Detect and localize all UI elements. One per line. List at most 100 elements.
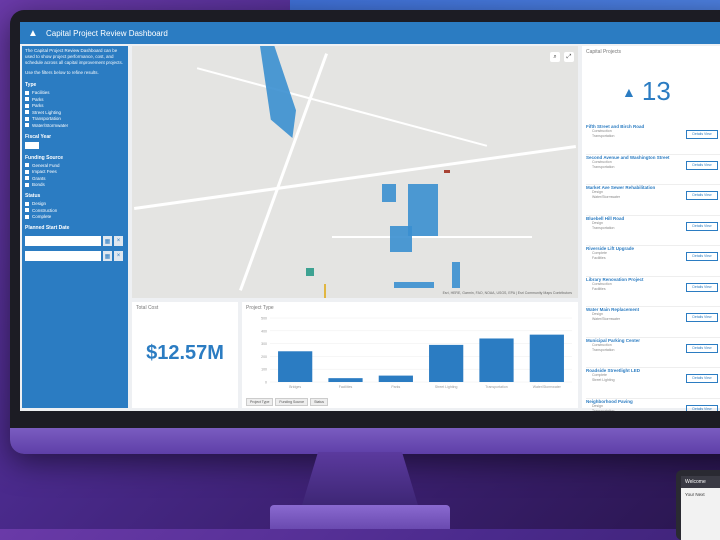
secondary-text: Your Next [685, 492, 705, 497]
y-tick-label: 300 [261, 342, 267, 346]
checkbox-box[interactable] [25, 176, 29, 180]
details-button[interactable]: Details View [686, 374, 718, 383]
project-parcel[interactable] [382, 184, 396, 202]
checkbox-box[interactable] [25, 123, 29, 127]
funding-checkbox[interactable]: Impact Fees [25, 169, 125, 174]
checkbox-box[interactable] [25, 201, 29, 206]
checkbox-box[interactable] [25, 169, 29, 174]
details-button[interactable]: Details View [686, 221, 718, 231]
project-list-item[interactable]: Market Ave Sewer Rehabilitation Design Wat… [586, 185, 720, 216]
type-label: Parks [32, 96, 44, 102]
total-cost-value: $12.57M [146, 342, 224, 364]
checkbox-box[interactable] [25, 163, 29, 167]
funding-checkbox[interactable]: Bonds [25, 182, 125, 187]
calendar-icon[interactable]: ▦ [103, 236, 112, 246]
chart-bar[interactable] [278, 351, 313, 382]
details-button[interactable]: Details View [686, 313, 718, 322]
sidebar-intro: The Capital Project Review Dashboard can… [25, 48, 124, 65]
project-count: ▲ 13 [622, 76, 671, 107]
project-list-item[interactable]: Fifth Street and Birch Road Construction T… [586, 124, 720, 155]
checkbox-box[interactable] [25, 103, 29, 108]
checkbox-box[interactable] [25, 110, 29, 114]
project-parcel[interactable] [394, 282, 434, 288]
total-cost-label: Total Cost [136, 305, 159, 311]
chart-tab[interactable]: Funding Source [275, 398, 309, 406]
details-button[interactable]: Details View [686, 343, 718, 353]
fiscal-year-input[interactable] [25, 141, 39, 149]
dashboard-screen: ▲ Capital Project Review Dashboard The C… [20, 22, 720, 411]
type-heading: Type [25, 82, 37, 88]
status-checkbox[interactable]: Complete [25, 214, 125, 219]
details-button[interactable]: Details View [686, 252, 718, 261]
secondary-device: Welcome Your Next [676, 470, 720, 540]
type-checkbox[interactable]: Transportation [25, 116, 125, 121]
end-date-input[interactable] [25, 251, 101, 261]
project-list-item[interactable]: Municipal Parking Center Construction Tran… [586, 338, 720, 368]
project-parcel[interactable] [306, 268, 314, 276]
y-tick-label: 0 [265, 381, 267, 385]
title-bar: ▲ Capital Project Review Dashboard [20, 22, 720, 44]
map-road-highlight [324, 284, 326, 298]
x-tick-label: Parks [391, 385, 400, 389]
checkbox-box[interactable] [25, 182, 29, 187]
monitor-stand [300, 452, 420, 512]
y-tick-label: 400 [261, 329, 267, 333]
funding-label: Bonds [32, 182, 45, 187]
calendar-icon[interactable]: ▦ [103, 251, 112, 261]
chart-bar[interactable] [429, 344, 464, 382]
checkbox-box[interactable] [25, 214, 29, 219]
y-tick-label: 500 [261, 317, 267, 321]
project-parcel[interactable] [452, 262, 460, 288]
clear-icon[interactable]: × [114, 236, 123, 246]
type-checkbox[interactable]: Street Lighting [25, 110, 125, 115]
map-road [196, 67, 488, 147]
type-label: Street Lighting [32, 109, 62, 115]
type-label: Facilities [32, 90, 50, 95]
details-button[interactable]: Details View [686, 282, 718, 292]
project-list-item[interactable]: Second Avenue and Washington Street Const… [586, 155, 720, 185]
details-button[interactable]: Details View [686, 160, 718, 170]
project-parcel[interactable] [408, 184, 438, 236]
checkbox-box[interactable] [25, 208, 29, 212]
checkbox-box[interactable] [25, 90, 29, 95]
chart-tab[interactable]: Status [310, 398, 329, 406]
funding-checkbox[interactable]: General Fund [25, 163, 125, 168]
funding-label: Grants [32, 175, 46, 181]
type-checkbox[interactable]: Water/Stormwater [25, 123, 125, 128]
funding-checkbox[interactable]: Grants [25, 176, 125, 181]
chart-bar[interactable] [529, 334, 564, 382]
project-map[interactable]: ⌕ ⤢ Esri, HERE, Garmin, FAO, NOAA, USGS,… [132, 46, 578, 298]
chart-bar[interactable] [479, 338, 514, 382]
project-list-item[interactable]: Riverside Lift Upgrade Complete Facilities… [586, 246, 720, 277]
projects-label: Capital Projects [586, 49, 622, 55]
details-button[interactable]: Details View [686, 191, 718, 200]
type-checkbox[interactable]: Parks [25, 103, 125, 108]
project-marker[interactable] [444, 170, 450, 173]
clear-icon[interactable]: × [114, 251, 123, 261]
chart-bar[interactable] [378, 375, 413, 382]
project-list-item[interactable]: Library Renovation Project Construction Fa… [586, 277, 720, 307]
chart-bar[interactable] [328, 378, 363, 382]
project-list-item[interactable]: Bluebell Hill Road Design Transportation De… [586, 216, 720, 246]
type-checkbox[interactable]: Facilities [25, 90, 125, 95]
project-list: Fifth Street and Birch Road Construction T… [586, 124, 720, 411]
project-parcel[interactable] [390, 226, 412, 252]
project-list-item[interactable]: Roadside Streetlight LED Complete Street L… [586, 368, 720, 399]
expand-icon[interactable]: ⤢ [564, 52, 574, 62]
details-button[interactable]: Details View [686, 130, 718, 139]
project-list-item[interactable]: Water Main Replacement Design Water/Stormw… [586, 307, 720, 338]
checkbox-box[interactable] [25, 116, 29, 121]
status-checkbox[interactable]: Design [25, 201, 125, 206]
type-label: Parks [32, 103, 44, 108]
x-tick-label: Transportation [485, 385, 507, 389]
chart-tab[interactable]: Project Type [246, 398, 274, 406]
project-list-item[interactable]: Neighborhood Paving Design Transportation D… [586, 399, 720, 411]
funding-heading: Funding Source [25, 154, 64, 161]
app-title: Capital Project Review Dashboard [46, 28, 168, 38]
search-icon[interactable]: ⌕ [550, 52, 560, 62]
status-checkbox[interactable]: Construction [25, 208, 125, 213]
checkbox-box[interactable] [25, 97, 29, 101]
type-checkbox[interactable]: Parks [25, 97, 125, 102]
start-date-input[interactable] [25, 236, 101, 246]
details-button[interactable]: Details View [686, 404, 718, 411]
